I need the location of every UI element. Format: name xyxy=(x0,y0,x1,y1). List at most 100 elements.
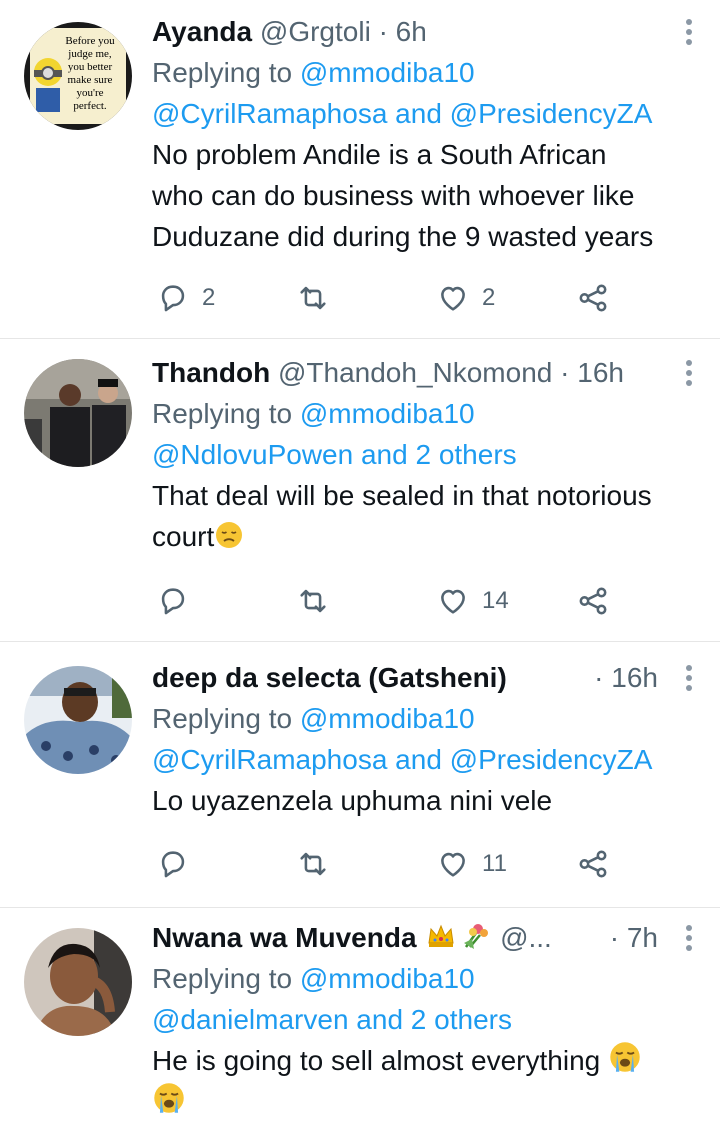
tweet-header: Nwana wa Muvenda @... · 7h xyxy=(152,918,700,958)
avatar[interactable] xyxy=(24,359,132,467)
like-icon xyxy=(441,589,465,614)
tweet-content: Ayanda @Grgtoli · 6h Replying to @mmodib… xyxy=(152,12,700,257)
share-icon xyxy=(579,284,607,312)
retweet-button[interactable] xyxy=(296,581,330,621)
tweet-text: He is going to sell almost everything xyxy=(152,1040,700,1122)
bouquet-emoji-icon xyxy=(464,924,489,949)
like-button[interactable]: 11 xyxy=(436,844,507,884)
reply-count: 2 xyxy=(202,284,216,311)
timestamp[interactable]: · 7h xyxy=(610,918,658,958)
tweet-text: No problem Andile is a South African who… xyxy=(152,134,700,257)
display-name[interactable]: deep da selecta (Gatsheni) xyxy=(152,662,507,693)
like-count: 14 xyxy=(482,587,509,614)
timestamp[interactable]: · 16h xyxy=(594,658,658,698)
more-icon[interactable] xyxy=(682,922,696,954)
tweet-text: Lo uyazenzela uphuma nini vele xyxy=(152,780,700,821)
avatar-text-3: you better xyxy=(68,61,113,73)
mention-others-link[interactable]: @CyrilRamaphosa and @PresidencyZA xyxy=(152,93,700,134)
tweet-text-line-2: court xyxy=(152,516,700,557)
tweet-text-line: That deal will be sealed in that notorio… xyxy=(152,480,652,511)
share-icon xyxy=(579,587,607,615)
tweet-content: Nwana wa Muvenda @... · 7h Replying to @… xyxy=(152,918,700,1122)
share-button[interactable] xyxy=(576,581,610,621)
user-handle[interactable]: @Grgtoli xyxy=(260,16,371,47)
tweet-2[interactable]: Thandoh @Thandoh_Nkomond · 16h Replying … xyxy=(0,339,720,642)
reply-button[interactable] xyxy=(156,581,202,621)
reply-icon xyxy=(161,285,185,312)
avatar-text-4: make sure xyxy=(68,74,113,86)
avatar-text-5: you're xyxy=(76,87,103,99)
tweet-text-fragment: court xyxy=(152,521,215,552)
like-button[interactable]: 2 xyxy=(436,278,495,318)
share-button[interactable] xyxy=(576,844,610,884)
share-button[interactable] xyxy=(576,278,610,318)
avatar-text-2: judge me, xyxy=(67,48,112,60)
like-count: 2 xyxy=(482,284,496,311)
like-button[interactable]: 14 xyxy=(436,581,509,621)
avatar[interactable] xyxy=(24,666,132,774)
replying-label: Replying to xyxy=(152,398,293,429)
replying-to: Replying to @mmodiba10 xyxy=(152,698,700,739)
replying-label: Replying to xyxy=(152,703,293,734)
retweet-icon xyxy=(300,852,326,876)
tweet-text-line: He is going to sell almost everything xyxy=(152,1040,700,1081)
timestamp[interactable]: · 6h xyxy=(379,16,427,47)
replying-to: Replying to @mmodiba10 xyxy=(152,958,700,999)
like-icon xyxy=(441,852,465,877)
reply-button[interactable]: 2 xyxy=(156,278,215,318)
tweet-content: deep da selecta (Gatsheni) · 16h Replyin… xyxy=(152,658,700,821)
avatar[interactable]: Before you judge me, you better make sur… xyxy=(24,22,132,130)
tweet-4[interactable]: Nwana wa Muvenda @... · 7h Replying to @… xyxy=(0,908,720,1134)
tweet-header: Thandoh @Thandoh_Nkomond · 16h xyxy=(152,353,700,393)
replying-label: Replying to xyxy=(152,57,293,88)
tweet-header: deep da selecta (Gatsheni) · 16h xyxy=(152,658,700,698)
disappointed-face-emoji-icon xyxy=(216,522,243,548)
tweet-text: That deal will be sealed in that notorio… xyxy=(152,475,700,557)
replying-to: Replying to @mmodiba10 xyxy=(152,393,700,434)
share-icon xyxy=(579,850,607,878)
more-icon[interactable] xyxy=(682,357,696,389)
tweet-content: Thandoh @Thandoh_Nkomond · 16h Replying … xyxy=(152,353,700,557)
tweet-text-line: No problem Andile is a South African xyxy=(152,139,607,170)
mention-link[interactable]: @mmodiba10 xyxy=(300,963,475,994)
mention-link[interactable]: @mmodiba10 xyxy=(300,703,475,734)
display-name[interactable]: Ayanda xyxy=(152,16,252,47)
mention-link[interactable]: @mmodiba10 xyxy=(300,398,475,429)
avatar-text-6: perfect. xyxy=(73,100,107,112)
retweet-icon xyxy=(300,286,326,310)
user-handle[interactable]: @... xyxy=(500,922,552,953)
more-icon[interactable] xyxy=(682,662,696,694)
like-icon xyxy=(441,286,465,311)
tweet-text-line: who can do business with whoever like xyxy=(152,180,635,211)
user-handle[interactable]: @Thandoh_Nkomond xyxy=(278,357,552,388)
crown-emoji-icon xyxy=(428,924,454,947)
mention-others-link[interactable]: @danielmarven and 2 others xyxy=(152,999,700,1040)
tweet-actions: 14 xyxy=(152,581,700,621)
crying-face-emoji-icon xyxy=(154,1083,184,1113)
timestamp[interactable]: · 16h xyxy=(560,357,624,388)
avatar-text-1: Before you xyxy=(65,35,115,47)
reply-icon xyxy=(161,851,185,878)
more-icon[interactable] xyxy=(682,16,696,48)
display-name[interactable]: Nwana wa Muvenda xyxy=(152,922,417,953)
retweet-button[interactable] xyxy=(296,844,330,884)
reply-icon xyxy=(161,588,185,615)
tweet-1[interactable]: Before you judge me, you better make sur… xyxy=(0,0,720,339)
display-name[interactable]: Thandoh xyxy=(152,357,270,388)
tweet-header: Ayanda @Grgtoli · 6h xyxy=(152,12,700,52)
tweet-actions: 2 2 xyxy=(152,278,700,318)
crying-face-emoji-icon xyxy=(610,1042,640,1072)
tweet-actions: 11 xyxy=(152,844,700,884)
tweet-text-line: Lo uyazenzela uphuma nini vele xyxy=(152,785,553,816)
tweet-3[interactable]: deep da selecta (Gatsheni) · 16h Replyin… xyxy=(0,642,720,908)
retweet-button[interactable] xyxy=(296,278,330,318)
mention-others-link[interactable]: @CyrilRamaphosa and @PresidencyZA xyxy=(152,739,700,780)
tweet-text-line-2 xyxy=(152,1081,700,1122)
retweet-icon xyxy=(300,589,326,613)
reply-button[interactable] xyxy=(156,844,202,884)
mention-link[interactable]: @mmodiba10 xyxy=(300,57,475,88)
avatar[interactable] xyxy=(24,928,132,1036)
tweet-text-fragment: He is going to sell almost everything xyxy=(152,1045,601,1076)
mention-others-link[interactable]: @NdlovuPowen and 2 others xyxy=(152,434,700,475)
tweet-text-line: Duduzane did during the 9 wasted years xyxy=(152,221,654,252)
